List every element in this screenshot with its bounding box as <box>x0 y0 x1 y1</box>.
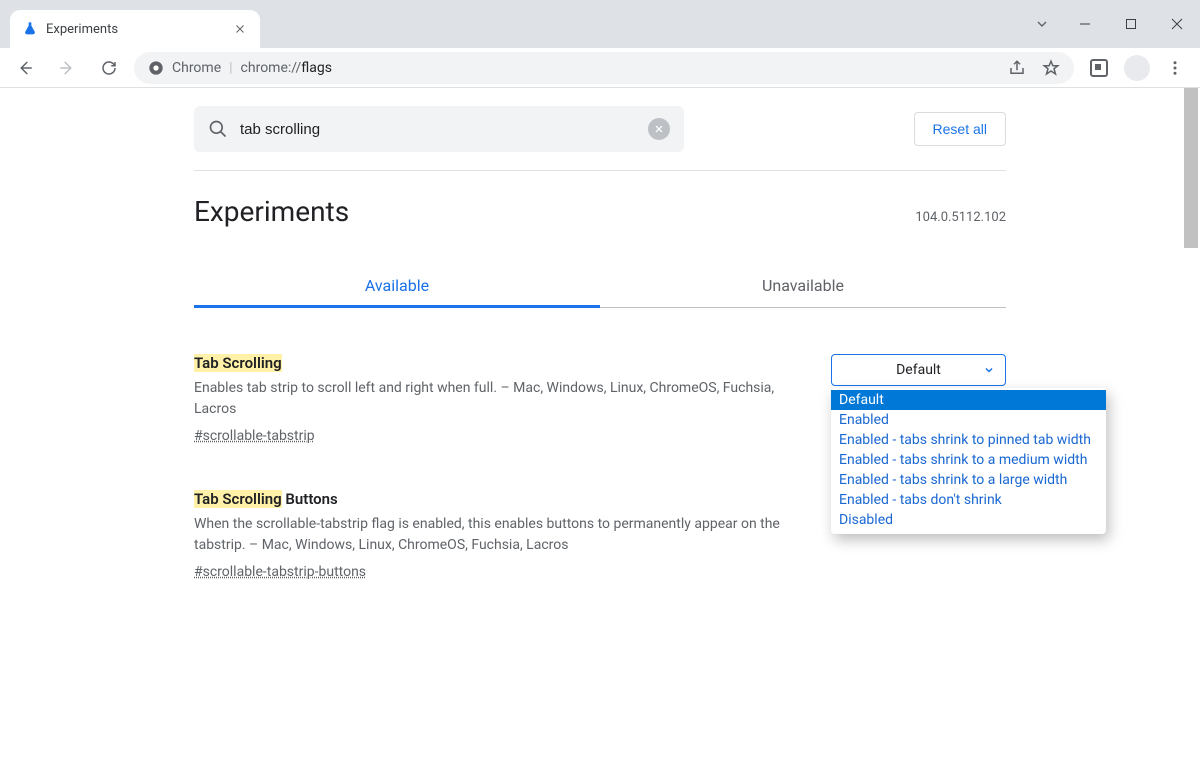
flag-title: Tab Scrolling Buttons <box>194 490 807 508</box>
close-icon[interactable] <box>232 21 248 37</box>
flag-select-dropdown: Default Enabled Enabled - tabs shrink to… <box>831 388 1106 534</box>
minimize-button[interactable] <box>1062 8 1108 40</box>
dropdown-option[interactable]: Enabled - tabs shrink to a large width <box>831 470 1106 490</box>
site-info-chip[interactable]: Chrome <box>148 60 221 76</box>
chevron-down-icon <box>983 364 995 376</box>
flask-icon <box>22 21 38 37</box>
dropdown-option[interactable]: Enabled - tabs shrink to pinned tab widt… <box>831 430 1106 450</box>
window-titlebar: Experiments <box>0 0 1200 48</box>
flag-anchor-link[interactable]: #scrollable-tabstrip <box>194 428 315 444</box>
flags-search-box[interactable] <box>194 106 684 152</box>
flag-description: Enables tab strip to scroll left and rig… <box>194 378 807 420</box>
flag-item: Tab Scrolling Enables tab strip to scrol… <box>194 354 1006 444</box>
url-path: flags <box>301 60 332 76</box>
maximize-button[interactable] <box>1108 8 1154 40</box>
extensions-icon <box>1090 59 1108 77</box>
share-icon[interactable] <box>1008 59 1026 77</box>
dropdown-option[interactable]: Enabled - tabs don't shrink <box>831 490 1106 510</box>
page-title: Experiments <box>194 195 349 228</box>
url-scheme: chrome:// <box>241 60 302 76</box>
bookmark-icon[interactable] <box>1042 59 1060 77</box>
page-content: Reset all Experiments 104.0.5112.102 Ava… <box>194 88 1006 620</box>
tab-search-button[interactable] <box>1026 8 1058 40</box>
chrome-icon <box>148 60 164 76</box>
back-button[interactable] <box>8 51 42 85</box>
flag-anchor-link[interactable]: #scrollable-tabstrip-buttons <box>194 564 366 580</box>
tabs: Available Unavailable <box>194 264 1006 308</box>
tab-available[interactable]: Available <box>194 264 600 307</box>
scrollbar-thumb[interactable] <box>1184 88 1198 248</box>
address-bar[interactable]: Chrome | chrome://flags <box>134 52 1074 84</box>
reload-button[interactable] <box>92 51 126 85</box>
site-info-label: Chrome <box>172 60 221 76</box>
extensions-button[interactable] <box>1082 51 1116 85</box>
omnibox-separator: | <box>229 60 232 76</box>
close-window-button[interactable] <box>1154 8 1200 40</box>
search-icon <box>208 119 228 139</box>
browser-tab-title: Experiments <box>46 22 232 37</box>
window-controls <box>1026 0 1200 48</box>
flags-search-input[interactable] <box>238 120 638 139</box>
dropdown-option[interactable]: Enabled <box>831 410 1106 430</box>
browser-tab[interactable]: Experiments <box>10 10 260 48</box>
search-row: Reset all <box>194 88 1006 171</box>
chrome-version: 104.0.5112.102 <box>915 210 1006 225</box>
flag-title: Tab Scrolling <box>194 354 807 372</box>
dropdown-option[interactable]: Disabled <box>831 510 1106 530</box>
reset-all-button[interactable]: Reset all <box>914 112 1006 146</box>
page-viewport: Reset all Experiments 104.0.5112.102 Ava… <box>0 88 1200 770</box>
tab-unavailable[interactable]: Unavailable <box>600 264 1006 307</box>
forward-button[interactable] <box>50 51 84 85</box>
flag-select[interactable]: Default <box>831 354 1006 386</box>
profile-avatar[interactable] <box>1124 55 1150 81</box>
flag-description: When the scrollable-tabstrip flag is ena… <box>194 514 807 556</box>
dropdown-option[interactable]: Default <box>831 390 1106 410</box>
dropdown-option[interactable]: Enabled - tabs shrink to a medium width <box>831 450 1106 470</box>
clear-search-button[interactable] <box>648 118 670 140</box>
menu-button[interactable] <box>1158 51 1192 85</box>
flag-select-value: Default <box>896 362 941 378</box>
browser-toolbar: Chrome | chrome://flags <box>0 48 1200 88</box>
